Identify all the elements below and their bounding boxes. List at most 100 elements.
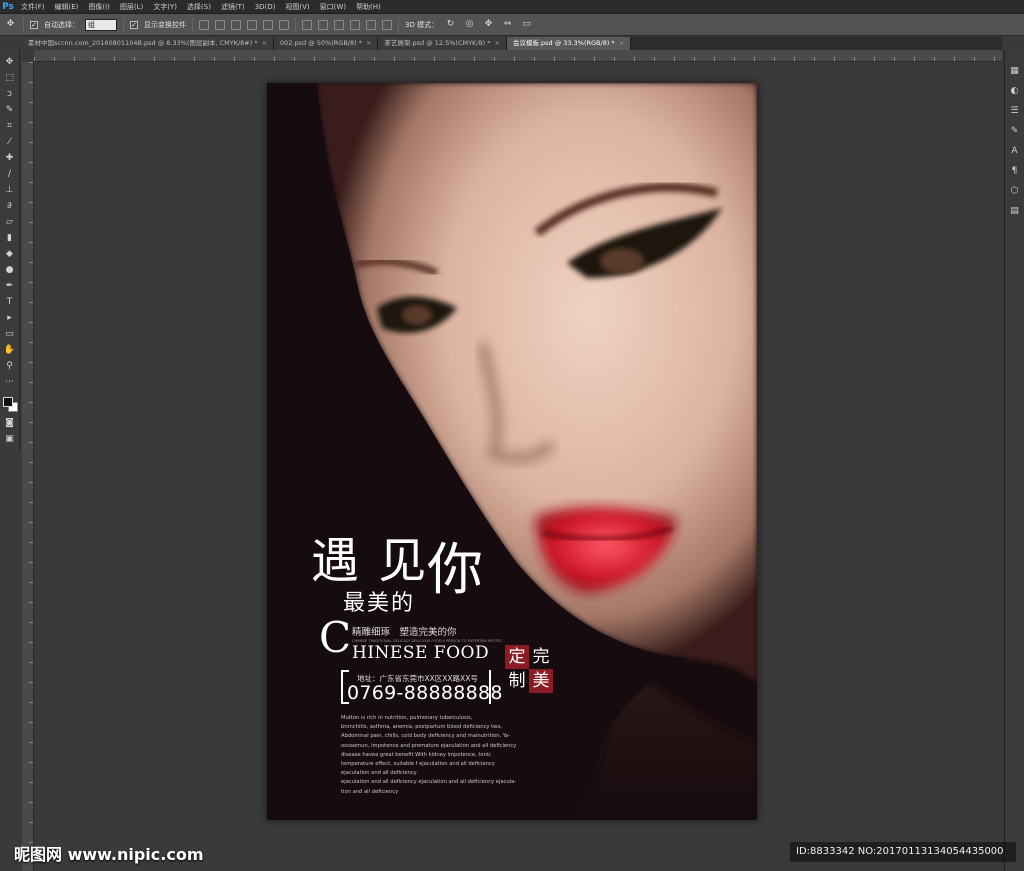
blur-tool-icon[interactable]: ◆ (3, 248, 16, 261)
close-icon[interactable]: × (366, 39, 371, 47)
distribute-vcenter-icon[interactable] (318, 19, 328, 30)
menu-select[interactable]: 选择(S) (182, 0, 216, 14)
distribute-top-icon[interactable] (302, 19, 312, 30)
pan-3d-icon[interactable]: ✥ (482, 18, 495, 31)
clone-stamp-tool-icon[interactable]: ⊥ (3, 184, 16, 197)
tab-document-1[interactable]: 素材中国sccnn.com_20160801104B.psd @ 8.33%(图… (22, 37, 275, 50)
rotate-3d-icon[interactable]: ↻ (444, 18, 457, 31)
scale-3d-icon[interactable]: ▭ (520, 18, 533, 31)
tab-document-4[interactable]: 会议模板.psd @ 33.3%(RGB/8) * × (506, 37, 632, 50)
body-copy: Mutton is rich in nutrition, pulmonary t… (341, 714, 531, 797)
align-vcenter-icon[interactable] (215, 19, 225, 30)
horizontal-ruler[interactable] (34, 50, 1002, 62)
menu-view[interactable]: 视图(V) (280, 0, 314, 14)
auto-select-checkbox[interactable]: ✓ (30, 20, 38, 29)
menu-edit[interactable]: 编辑(E) (50, 0, 84, 14)
eyedropper-tool-icon[interactable]: ⁄ (3, 136, 16, 149)
separator (123, 17, 124, 32)
healing-brush-tool-icon[interactable]: ✚ (3, 152, 16, 165)
adjustments-panel-icon[interactable]: ◐ (1008, 84, 1022, 98)
auto-select-dropdown[interactable]: 组 (85, 18, 117, 31)
tab-label: 会议模板.psd @ 33.3%(RGB/8) * (512, 39, 615, 47)
seal-stamp: 定 完 制 美 (505, 645, 553, 693)
tab-document-3[interactable]: 茶艺展架.psd @ 12.5%(CMYK/8) * × (378, 37, 507, 50)
distribute-bottom-icon[interactable] (334, 19, 344, 30)
menu-3d[interactable]: 3D(D) (250, 0, 281, 14)
menu-type[interactable]: 文字(Y) (148, 0, 182, 14)
close-icon[interactable]: × (619, 39, 624, 47)
history-brush-tool-icon[interactable]: ∂ (3, 200, 16, 213)
tab-label: 素材中国sccnn.com_20160801104B.psd @ 8.33%(图… (28, 39, 258, 47)
separator (295, 17, 296, 32)
separator (23, 17, 24, 32)
menu-layer[interactable]: 图层(L) (115, 0, 148, 14)
headline-subtitle: 最美的 (343, 591, 416, 616)
distribute-hcenter-icon[interactable] (366, 19, 376, 30)
seal-char: 美 (529, 669, 553, 693)
character-panel-icon[interactable]: A (1008, 144, 1022, 158)
quick-select-tool-icon[interactable]: ✎ (3, 104, 16, 117)
brush-panel-icon[interactable]: ✎ (1008, 124, 1022, 138)
body-line: ejaculation and all deficiency ejaculati… (341, 779, 517, 786)
crop-tool-icon[interactable]: ⌗ (3, 120, 16, 133)
photoshop-window: Ps 文件(F) 编辑(E) 图像(I) 图层(L) 文字(Y) 选择(S) 滤… (0, 0, 1024, 871)
phone-number: 0769-88888888 (347, 682, 503, 704)
foreground-color-swatch[interactable] (2, 397, 13, 407)
lasso-tool-icon[interactable]: ↄ (3, 88, 16, 101)
body-line: temperature effect, suitable f ejaculati… (341, 761, 495, 768)
dodge-tool-icon[interactable]: ● (3, 264, 16, 277)
align-right-icon[interactable] (279, 19, 289, 30)
quick-mask-icon[interactable]: ◙ (3, 417, 16, 430)
close-icon[interactable]: × (262, 39, 267, 47)
image-id-watermark: ID:8833342 NO:20170113134054435000 (790, 842, 1016, 862)
menu-window[interactable]: 窗口(W) (315, 0, 351, 14)
paragraph-panel-icon[interactable]: ¶ (1008, 164, 1022, 178)
body-line: oxsaemun, impotence and premature ejacul… (341, 742, 517, 749)
brand-initial: C (319, 613, 352, 662)
document-canvas[interactable]: 遇 见 你 最美的 C 精雕细琢 塑造完美的你 CHINESE TRADITIO… (267, 83, 757, 820)
align-left-icon[interactable] (247, 19, 257, 30)
align-top-icon[interactable] (199, 19, 209, 30)
zoom-tool-icon[interactable]: ⚲ (3, 360, 16, 373)
pen-tool-icon[interactable]: ✒ (3, 280, 16, 293)
options-bar: ✥ ✓ 自动选择： 组 ✓ 显示变换控件 3D 模式： ↻ ◎ ✥ ⇔ ▭ (0, 14, 1024, 36)
history-panel-icon[interactable]: ▦ (1008, 64, 1022, 78)
brush-tool-icon[interactable]: ∕ (3, 168, 16, 181)
close-icon[interactable]: × (495, 39, 500, 47)
more-tools-icon[interactable]: ⋯ (3, 376, 16, 389)
photoshop-logo-icon: Ps (2, 1, 14, 12)
shape-tool-icon[interactable]: ▭ (3, 328, 16, 341)
menu-image[interactable]: 图像(I) (83, 0, 115, 14)
eraser-tool-icon[interactable]: ▱ (3, 216, 16, 229)
move-tool-icon[interactable]: ✥ (3, 56, 16, 69)
hand-tool-icon[interactable]: ✋ (3, 344, 16, 357)
separator (192, 17, 193, 32)
body-line: ejaculation and all deficiency (341, 770, 417, 777)
slide-3d-icon[interactable]: ⇔ (501, 18, 514, 31)
tab-label: 002.psd @ 50%(RGB/8) * (280, 39, 362, 47)
menu-file[interactable]: 文件(F) (16, 0, 50, 14)
menu-help[interactable]: 帮助(H) (351, 0, 386, 14)
properties-panel-icon[interactable]: ☰ (1008, 104, 1022, 118)
tab-document-2[interactable]: 002.psd @ 50%(RGB/8) * × (274, 37, 379, 50)
marquee-tool-icon[interactable]: ⬚ (3, 72, 16, 85)
distribute-right-icon[interactable] (382, 19, 392, 30)
distribute-left-icon[interactable] (350, 19, 360, 30)
screen-mode-icon[interactable]: ▣ (3, 433, 16, 446)
roll-3d-icon[interactable]: ◎ (463, 18, 476, 31)
menu-filter[interactable]: 滤镜(T) (216, 0, 250, 14)
3d-panel-icon[interactable]: ⬡ (1008, 184, 1022, 198)
align-bottom-icon[interactable] (231, 19, 241, 30)
layers-panel-icon[interactable]: ▤ (1008, 204, 1022, 218)
path-select-tool-icon[interactable]: ▸ (3, 312, 16, 325)
color-swatches[interactable] (2, 396, 18, 414)
gradient-tool-icon[interactable]: ▮ (3, 232, 16, 245)
show-transform-checkbox[interactable]: ✓ (130, 20, 138, 29)
align-hcenter-icon[interactable] (263, 19, 273, 30)
portrait-image (267, 83, 757, 820)
type-tool-icon[interactable]: T (3, 296, 16, 309)
brand-name: HINESE FOOD (352, 643, 490, 663)
mode-3d-label: 3D 模式： (405, 20, 439, 29)
move-tool-preset-icon[interactable]: ✥ (4, 18, 17, 31)
vertical-ruler[interactable] (22, 62, 34, 871)
